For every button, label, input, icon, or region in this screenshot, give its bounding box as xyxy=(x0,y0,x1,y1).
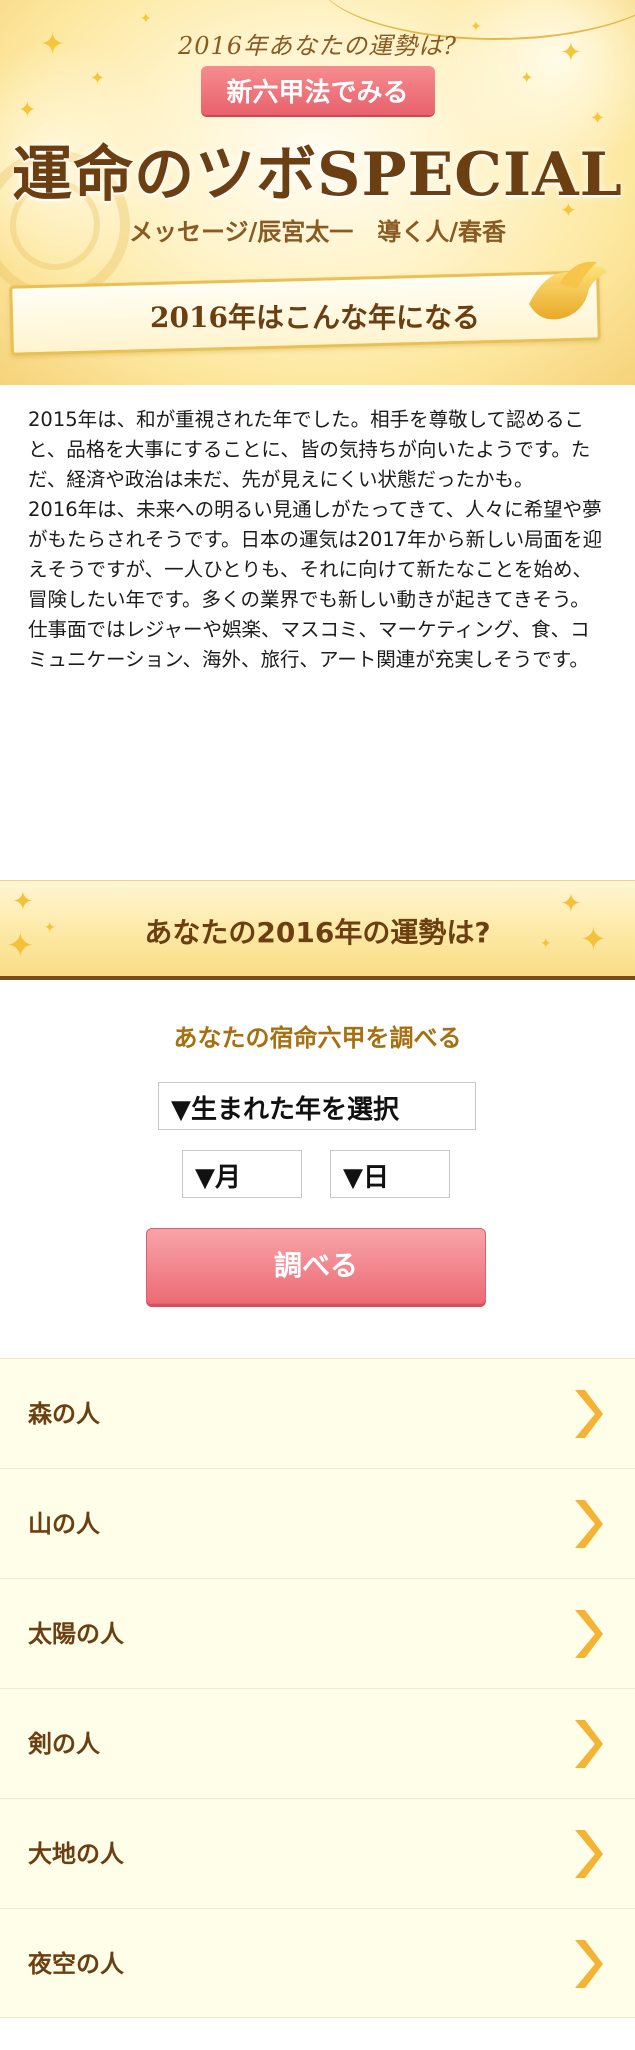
list-item-label: 森の人 xyxy=(28,1400,100,1428)
list-item-daichi[interactable]: 大地の人 xyxy=(0,1798,635,1908)
intro-paragraph: 仕事面ではレジャーや娯楽、マスコミ、マーケティング、食、コミュニケーション、海外… xyxy=(28,618,590,671)
intro-text: 2015年は、和が重視された年でした。相手を尊敬して認めること、品格を大事にする… xyxy=(0,385,635,675)
list-item-yozora[interactable]: 夜空の人 xyxy=(0,1908,635,2018)
chevron-right-icon xyxy=(575,1390,603,1438)
section-title: あなたの2016年の運勢は? xyxy=(144,916,491,949)
list-item-tsurugi[interactable]: 剣の人 xyxy=(0,1688,635,1798)
bird-icon xyxy=(529,261,607,320)
birth-month-select[interactable]: ▼月 xyxy=(182,1150,302,1198)
list-item-label: 山の人 xyxy=(28,1510,100,1538)
sparkle-icon: ✦ xyxy=(18,98,37,123)
header-credit: メッセージ/辰宮太一 導く人/春香 xyxy=(128,217,507,246)
chevron-right-icon xyxy=(575,1830,603,1878)
sparkle-icon: ✦ xyxy=(140,11,152,27)
header-badge: 新六甲法でみる xyxy=(200,66,435,115)
chevron-right-icon xyxy=(575,1940,603,1988)
chevron-right-icon xyxy=(575,1500,603,1548)
form-title: あなたの宿命六甲を調べる xyxy=(173,1024,462,1052)
chevron-right-icon xyxy=(575,1610,603,1658)
list-item-yama[interactable]: 山の人 xyxy=(0,1468,635,1578)
intro-paragraph: 2015年は、和が重視された年でした。相手を尊敬して認めること、品格を大事にする… xyxy=(28,408,591,491)
sparkle-icon: ✦ xyxy=(520,68,534,87)
birth-year-select[interactable]: ▼生まれた年を選択 xyxy=(158,1082,476,1130)
list-item-label: 剣の人 xyxy=(28,1730,100,1758)
fortune-section-header: ✦ ✦ ✦ ✦ ✦ ✦ あなたの2016年の運勢は? xyxy=(0,880,635,980)
list-item-label: 太陽の人 xyxy=(28,1620,124,1648)
hero-header: ✦ ✦ ✦ ✦ ✦ ✦ ✦ ✦ ✦ ✦ 2016年あなたの運勢は? 新六甲法でみ… xyxy=(0,0,635,385)
list-item-label: 夜空の人 xyxy=(28,1950,124,1978)
submit-button[interactable]: 調べる xyxy=(146,1228,486,1304)
list-item-label: 大地の人 xyxy=(28,1840,124,1868)
list-item-taiyou[interactable]: 太陽の人 xyxy=(0,1578,635,1688)
birth-day-select[interactable]: ▼日 xyxy=(330,1150,450,1198)
chevron-right-icon xyxy=(575,1720,603,1768)
sparkle-icon: ✦ xyxy=(90,68,106,89)
intro-paragraph: 2016年は、未来への明るい見通しがたってきて、人々に希望や夢がもたらされそうで… xyxy=(28,498,603,611)
list-item-mori[interactable]: 森の人 xyxy=(0,1358,635,1468)
header-subtitle: 2016年あなたの運勢は? xyxy=(178,32,457,60)
fortune-form: あなたの宿命六甲を調べる ▼生まれた年を選択 ▼月 ▼日 調べる xyxy=(0,980,635,1360)
type-list: 森の人 山の人 太陽の人 剣の人 大地の人 夜空の人 xyxy=(0,1358,635,2018)
page-title: 運命のツボSPECIAL xyxy=(12,140,623,210)
